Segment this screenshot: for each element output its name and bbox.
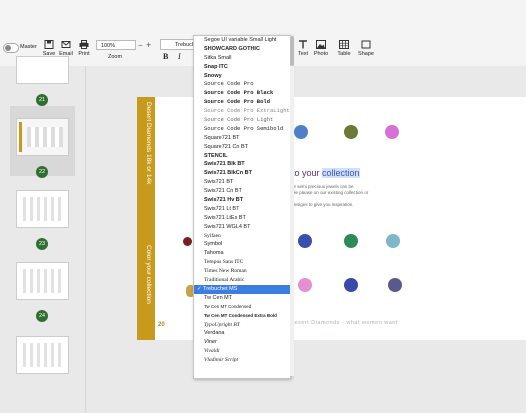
font-option[interactable]: Square721 BT — [194, 134, 290, 143]
font-option[interactable]: Traditional Arabic — [194, 276, 290, 285]
font-list: Segoe UI variable Small Light SHOWCARD GO… — [194, 36, 290, 365]
font-option[interactable]: Symbol — [194, 240, 290, 249]
heading-text: to your — [292, 168, 323, 178]
banner-title: Desert Diamonds 18k or 14k — [145, 102, 152, 185]
font-option[interactable]: Tw Cen MT Condensed — [194, 303, 290, 312]
page-thumbnail[interactable] — [16, 56, 69, 84]
bold-button[interactable]: B — [163, 52, 168, 61]
jewelry-image — [298, 234, 312, 248]
font-option[interactable]: Swis721 WGL4 BT — [194, 223, 290, 232]
font-option[interactable]: Swis721 BlkCn BT — [194, 169, 290, 178]
font-option[interactable]: Tahoma — [194, 249, 290, 258]
font-option[interactable]: TypoUpright BT — [194, 321, 290, 330]
font-option[interactable]: Swis721 Lt BT — [194, 205, 290, 214]
text-icon — [299, 40, 307, 49]
zoom-select[interactable]: 100% — [96, 40, 136, 50]
jewelry-image — [298, 278, 312, 292]
font-option[interactable]: Source Code Pro ExtraLight — [194, 107, 290, 116]
font-option[interactable]: Tw Cen MT Condensed Extra Bold — [194, 312, 290, 321]
banner-subtitle: Color your collection — [145, 245, 152, 304]
photo-icon — [316, 40, 326, 49]
font-option[interactable]: Vladimir Script — [194, 356, 290, 365]
jewelry-image — [344, 278, 358, 292]
font-option[interactable]: Source Code Pro — [194, 80, 290, 89]
zoom-out-icon[interactable]: − — [138, 41, 143, 50]
font-option[interactable]: Sitka Small — [194, 54, 290, 63]
table-label: Table — [337, 51, 351, 57]
font-option[interactable]: Times New Roman — [194, 267, 290, 276]
font-option[interactable]: Snowy — [194, 72, 290, 81]
font-option[interactable]: Swis721 LtEx BT — [194, 214, 290, 223]
font-option-selected[interactable]: ✓ Trebuchet MS — [194, 284, 290, 294]
jewelry-image — [183, 237, 192, 246]
print-label: Print — [78, 51, 90, 57]
jewelry-image — [344, 234, 358, 248]
font-option[interactable]: Viner — [194, 338, 290, 347]
print-icon — [79, 40, 89, 49]
font-option[interactable]: Source Code Pro Black — [194, 89, 290, 98]
page-thumbnail[interactable] — [16, 336, 69, 374]
font-option[interactable]: Snap ITC — [194, 63, 290, 72]
page-thumbnail[interactable] — [16, 262, 69, 300]
page-heading[interactable]: to your collection — [292, 168, 360, 178]
zoom-label: Zoom — [108, 54, 123, 60]
print-button[interactable]: Print — [73, 40, 95, 57]
font-option[interactable]: Tempus Sans ITC — [194, 258, 290, 267]
photo-label: Photo — [313, 51, 329, 57]
page-paragraph: ple please on our existing collection or — [292, 190, 369, 195]
font-option[interactable]: Tw Cen MT — [194, 294, 290, 303]
page-number: 20 — [158, 322, 165, 328]
font-option[interactable]: Vivaldi — [194, 347, 290, 356]
font-option[interactable]: STENCIL — [194, 152, 290, 161]
font-option[interactable]: Verdana — [194, 329, 290, 338]
font-option[interactable]: Source Code Pro Semibold — [194, 125, 290, 134]
master-label: Master — [20, 44, 37, 50]
font-option[interactable]: Source Code Pro Light — [194, 116, 290, 125]
jewelry-image — [388, 278, 402, 292]
page-number-badge: 22 — [36, 166, 48, 178]
page-paragraph: ur semi precious jewels can be — [292, 184, 354, 189]
font-list-scrollbar[interactable] — [290, 36, 294, 376]
font-family-select[interactable]: Trebuchet — [160, 39, 194, 50]
font-option[interactable]: Segoe UI variable Small Light — [194, 36, 290, 45]
shape-label: Shape — [358, 51, 374, 57]
jewelry-image — [344, 125, 358, 139]
master-toggle[interactable] — [3, 43, 19, 53]
font-option[interactable]: Swis721 Hv BT — [194, 196, 290, 205]
page-footer: Desert Diamonds · what women want — [290, 320, 398, 326]
font-option[interactable]: Source Code Pro Bold — [194, 98, 290, 107]
jewelry-image — [385, 125, 399, 139]
font-family-dropdown[interactable]: Segoe UI variable Small Light SHOWCARD GO… — [193, 35, 291, 379]
page-number-badge: 21 — [36, 94, 48, 106]
email-icon — [61, 41, 71, 48]
font-list-scroll-thumb[interactable] — [290, 36, 294, 66]
italic-button[interactable]: I — [178, 52, 181, 61]
save-icon — [44, 40, 54, 49]
zoom-in-icon[interactable]: + — [146, 40, 151, 50]
page-number-badge: 24 — [36, 310, 48, 322]
font-option[interactable]: Swis721 Blk BT — [194, 160, 290, 169]
font-option[interactable]: Swis721 BT — [194, 178, 290, 187]
font-option[interactable]: Swis721 Cn BT — [194, 187, 290, 196]
jewelry-image — [386, 234, 400, 248]
page-paragraph: designs to give you inspiration. — [292, 202, 354, 207]
font-option[interactable]: Square721 Cn BT — [194, 143, 290, 152]
heading-highlight: collection — [322, 168, 360, 178]
text-label: Text — [297, 51, 309, 57]
font-option[interactable]: SHOWCARD GOTHIC — [194, 45, 290, 54]
table-button[interactable]: Table — [333, 40, 355, 57]
page-thumbnail[interactable] — [16, 118, 69, 156]
jewelry-image — [294, 125, 308, 139]
shape-button[interactable]: Shape — [355, 40, 377, 57]
shape-icon — [361, 40, 371, 49]
photo-button[interactable]: Photo — [310, 40, 332, 57]
table-icon — [339, 40, 349, 49]
page-number-badge: 23 — [36, 238, 48, 250]
page-thumbnail[interactable] — [16, 190, 69, 228]
font-option[interactable]: Sylfaen — [194, 232, 290, 241]
